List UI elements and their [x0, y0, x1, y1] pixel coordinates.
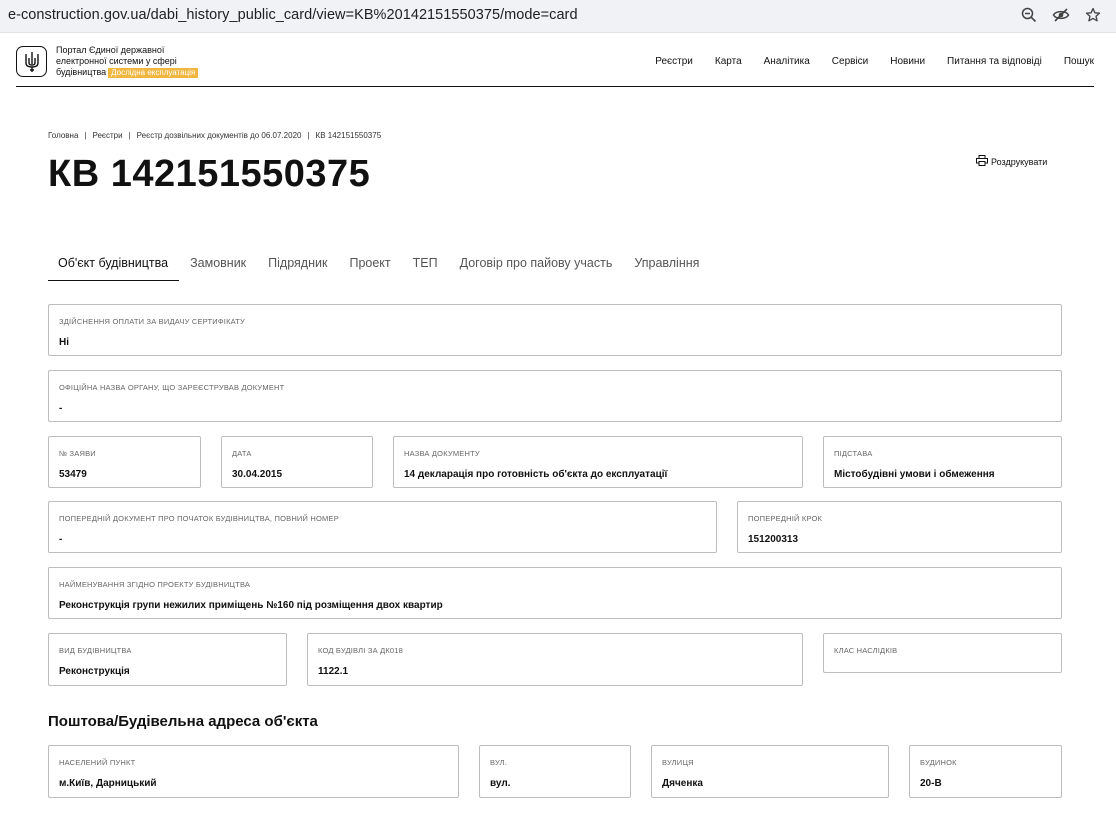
tab-tep[interactable]: ТЕП [402, 252, 449, 281]
breadcrumb: Головна | Реєстри | Реєстр дозвільних до… [48, 131, 382, 140]
nav-item-analytics[interactable]: Аналітика [764, 56, 810, 67]
trident-logo-icon[interactable] [16, 46, 47, 77]
field-previous-step: Попередній крок 151200313 [737, 501, 1062, 553]
site-header: Портал Єдиної державної електронної сист… [16, 40, 1094, 87]
main-nav: Реєстри Карта Аналітика Сервіси Новини П… [655, 56, 1094, 67]
portal-name[interactable]: Портал Єдиної державної електронної сист… [56, 45, 226, 78]
tab-project[interactable]: Проект [338, 252, 401, 281]
field-street-type: Вул. вул. [479, 745, 631, 798]
eye-off-icon[interactable] [1052, 6, 1070, 24]
breadcrumb-home[interactable]: Головна [48, 131, 78, 140]
bookmark-star-icon[interactable] [1084, 6, 1102, 24]
field-application-number: № заяви 53479 [48, 436, 201, 488]
field-consequence-class: Клас наслідків [823, 633, 1062, 673]
print-button[interactable]: Роздрукувати [976, 155, 1047, 168]
tab-management[interactable]: Управління [623, 252, 710, 281]
field-previous-document: Попередній документ про початок будівниц… [48, 501, 717, 553]
field-building-code: Код будівлі за ДК018 1122.1 [307, 633, 803, 686]
field-building: Будинок 20-В [909, 745, 1062, 798]
tabs: Об'єкт будівництва Замовник Підрядник Пр… [48, 252, 710, 281]
field-date: Дата 30.04.2015 [221, 436, 373, 488]
nav-item-faq[interactable]: Питання та відповіді [947, 56, 1042, 67]
field-construction-type: Вид будівництва Реконструкція [48, 633, 287, 686]
printer-icon [976, 155, 988, 168]
field-document-name: Назва документу 14 декларація про готовн… [393, 436, 803, 488]
nav-item-registries[interactable]: Реєстри [655, 56, 693, 67]
nav-item-services[interactable]: Сервіси [832, 56, 868, 67]
field-settlement: Населений пункт м.Київ, Дарницький [48, 745, 459, 798]
tab-contractor[interactable]: Підрядник [257, 252, 338, 281]
tab-share-agreement[interactable]: Договір про пайову участь [449, 252, 624, 281]
field-project-name: Найменування згідно проекту будівництва … [48, 567, 1062, 619]
field-basis: Підстава Містобудівні умови і обмеження [823, 436, 1062, 488]
browser-url-bar[interactable]: e-construction.gov.ua/dabi_history_publi… [0, 0, 1116, 33]
address-section-title: Поштова/Будівельна адреса об'єкта [48, 713, 318, 730]
tab-object[interactable]: Об'єкт будівництва [48, 252, 180, 281]
field-street: Вулиця Дяченка [651, 745, 889, 798]
nav-item-news[interactable]: Новини [890, 56, 925, 67]
beta-badge: Дослідна експлуатація [108, 68, 199, 78]
tab-customer[interactable]: Замовник [179, 252, 257, 281]
breadcrumb-registry[interactable]: Реєстр дозвільних документів до 06.07.20… [137, 131, 302, 140]
field-payment: Здійснення оплати за видачу сертифікату … [48, 304, 1062, 356]
breadcrumb-registries[interactable]: Реєстри [92, 131, 122, 140]
field-official-name: Офіційна назва органу, що зареєстрував д… [48, 370, 1062, 422]
zoom-out-icon[interactable] [1020, 6, 1038, 24]
page-title: КВ 142151550375 [48, 153, 371, 195]
breadcrumb-current: КВ 142151550375 [315, 131, 382, 140]
nav-item-search[interactable]: Пошук [1064, 56, 1094, 67]
url-text[interactable]: e-construction.gov.ua/dabi_history_publi… [8, 7, 578, 23]
nav-item-map[interactable]: Карта [715, 56, 742, 67]
